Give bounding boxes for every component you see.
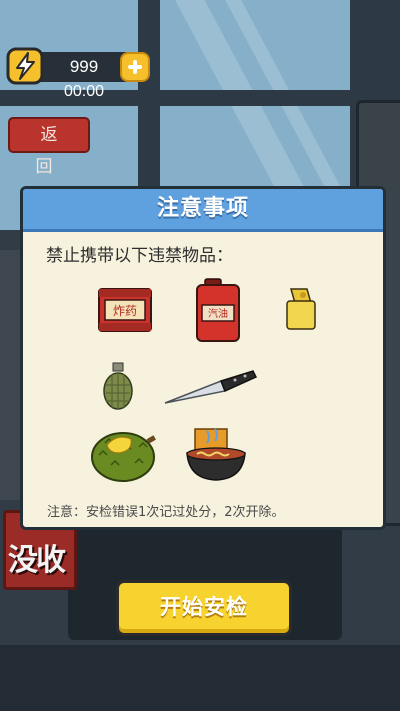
back-button[interactable]: 返 回 <box>8 117 90 177</box>
penalty-note: 注意：安检错误1次记过处分，2次开除。 <box>47 505 285 520</box>
noodle-bowl-icon <box>186 428 246 481</box>
notice-dialog: 注意事项 禁止携带以下违禁物品： 炸药 汽油 注意：安检错误1次记过处分，2次开… <box>20 186 386 530</box>
knife-icon <box>164 370 258 404</box>
gasoline-label: 汽油 <box>208 307 228 320</box>
lightning-icon <box>6 47 44 85</box>
start-inspection-button[interactable]: 开始安检 <box>116 580 292 636</box>
gas-can-icon: 汽油 <box>196 278 240 342</box>
grenade-icon <box>103 362 133 410</box>
floor <box>0 645 400 711</box>
plus-icon[interactable] <box>120 52 150 82</box>
timer: 00:00 <box>63 83 105 100</box>
lighter-icon <box>286 288 316 330</box>
confiscate-sign-label: 没收 <box>8 543 66 578</box>
energy-count: 999 <box>69 57 99 76</box>
prohibited-items-heading: 禁止携带以下违禁物品： <box>46 246 233 266</box>
explosives-label: 炸药 <box>113 304 137 318</box>
durian-icon <box>91 432 156 482</box>
dialog-title: 注意事项 <box>156 196 249 221</box>
explosives-box-icon: 炸药 <box>98 288 152 332</box>
